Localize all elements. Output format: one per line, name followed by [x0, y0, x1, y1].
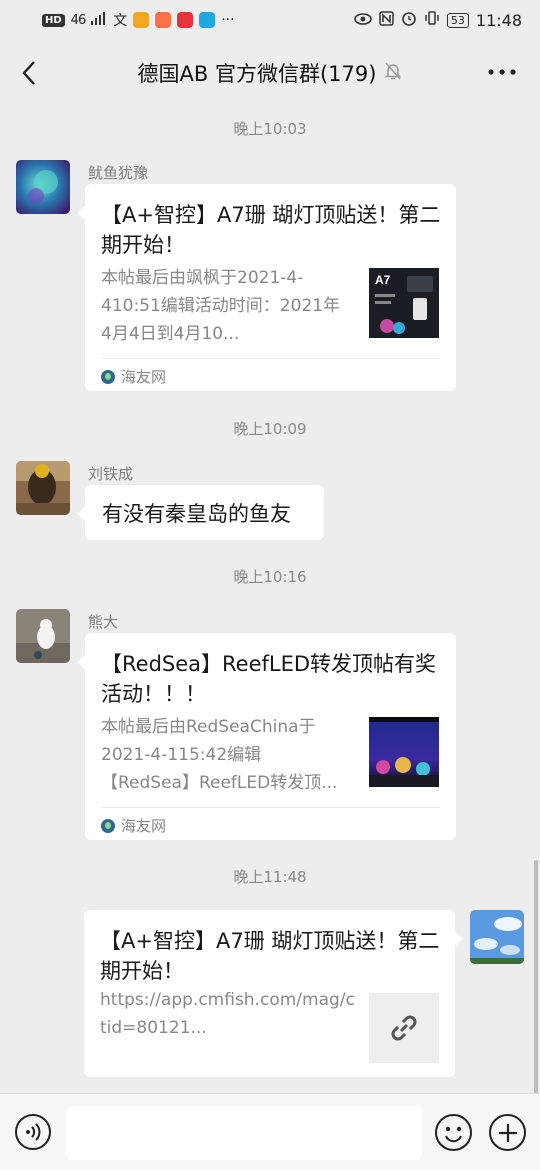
card-source: 海友网 — [101, 366, 166, 387]
status-bar: HD 46 文 ··· 53 11:48 — [0, 0, 540, 40]
card-divider — [101, 807, 440, 808]
signal-bars-icon — [91, 11, 107, 29]
time-separator: 晚上10:16 — [233, 568, 307, 586]
link-card[interactable]: 【A+智控】A7珊 瑚灯顶贴送！第二期开始！ 本帖最后由飒枫于2021-4-41… — [85, 184, 456, 391]
card-description: 本帖最后由RedSeaChina于2021-4-115:42编辑【RedSea】… — [101, 717, 338, 793]
avatar-image — [470, 910, 524, 964]
message-input[interactable] — [66, 1106, 422, 1160]
avatar[interactable] — [16, 609, 70, 663]
plus-button[interactable] — [489, 1114, 526, 1151]
emoji-button[interactable] — [435, 1114, 472, 1151]
source-logo-icon — [101, 369, 115, 384]
link-card-self[interactable]: 【A+智控】A7珊 瑚灯顶贴送！第二期开始！ https://app.cmfis… — [84, 910, 455, 1077]
vibrate-icon — [424, 10, 440, 30]
text-message-bubble[interactable]: 有没有秦皇岛的鱼友 — [85, 485, 324, 540]
app-icon-3 — [177, 12, 194, 28]
eye-icon — [354, 11, 372, 29]
bubble-tail — [77, 655, 85, 669]
bubble-tail — [77, 206, 85, 220]
time-separator: 晚上10:09 — [233, 420, 307, 438]
card-thumbnail — [369, 717, 439, 787]
card-source: 海友网 — [101, 815, 166, 836]
network-signal: 46 — [70, 12, 87, 28]
voice-button[interactable] — [15, 1114, 51, 1150]
card-title: 【A+智控】A7珊 瑚灯顶贴送！第二期开始！ — [100, 929, 440, 983]
avatar-image — [16, 160, 70, 214]
time-separator: 晚上11:48 — [233, 868, 307, 886]
sender-name: 鱿鱼犹豫 — [88, 164, 149, 182]
self-avatar[interactable] — [470, 910, 524, 964]
app-icon-1 — [133, 12, 150, 28]
translate-icon: 文 — [113, 13, 128, 29]
thumbnail-label: A7 — [375, 273, 391, 287]
hd-badge: HD — [42, 13, 65, 27]
link-card[interactable]: 【RedSea】ReefLED转发顶帖有奖活动！！！ 本帖最后由RedSeaCh… — [85, 633, 456, 840]
sender-name: 刘铁成 — [88, 465, 134, 483]
link-thumbnail — [369, 993, 439, 1063]
sender-name: 熊大 — [88, 613, 119, 631]
card-title: 【RedSea】ReefLED转发顶帖有奖活动！！！ — [101, 652, 437, 706]
source-name: 海友网 — [121, 817, 167, 835]
source-logo-icon — [101, 818, 115, 833]
chat-title: 德国AB 官方微信群(179) — [137, 62, 377, 86]
more-button[interactable] — [486, 62, 518, 82]
more-notifications-icon: ··· — [221, 12, 235, 28]
input-bar — [0, 1093, 540, 1170]
card-description: https://app.cmfish.com/mag/circle/v1/for… — [100, 990, 356, 1038]
card-description: 本帖最后由飒枫于2021-4-410:51编辑活动时间：2021年4月4日到4月… — [101, 268, 341, 344]
app-icon-4 — [199, 12, 216, 28]
card-thumbnail: A7 — [369, 268, 439, 338]
avatar-image — [16, 461, 70, 515]
card-title: 【A+智控】A7珊 瑚灯顶贴送！第二期开始！ — [101, 203, 441, 257]
avatar-image — [16, 609, 70, 663]
battery-indicator: 53 — [446, 12, 469, 28]
time-separator: 晚上10:03 — [233, 120, 307, 138]
app-icon-2 — [155, 12, 172, 28]
emoji-icon — [445, 1126, 462, 1143]
status-left: HD 46 文 ··· — [42, 10, 235, 30]
more-dots-icon — [488, 69, 516, 75]
bell-off-icon — [384, 61, 402, 85]
plus-icon — [498, 1123, 517, 1142]
chat-header: 德国AB 官方微信群(179) — [0, 40, 540, 106]
scrollbar[interactable] — [534, 860, 538, 1095]
voice-icon — [26, 1123, 41, 1141]
bubble-tail — [455, 932, 463, 946]
title-wrap: 德国AB 官方微信群(179) — [0, 58, 540, 88]
nfc-icon — [379, 10, 394, 30]
bubble-tail — [77, 507, 85, 521]
link-icon — [391, 1015, 417, 1041]
status-right: 53 11:48 — [354, 10, 522, 30]
avatar[interactable] — [16, 160, 70, 214]
source-name: 海友网 — [121, 368, 167, 386]
avatar[interactable] — [16, 461, 70, 515]
status-time: 11:48 — [475, 10, 522, 30]
card-divider — [101, 358, 440, 359]
alarm-icon — [401, 10, 417, 30]
